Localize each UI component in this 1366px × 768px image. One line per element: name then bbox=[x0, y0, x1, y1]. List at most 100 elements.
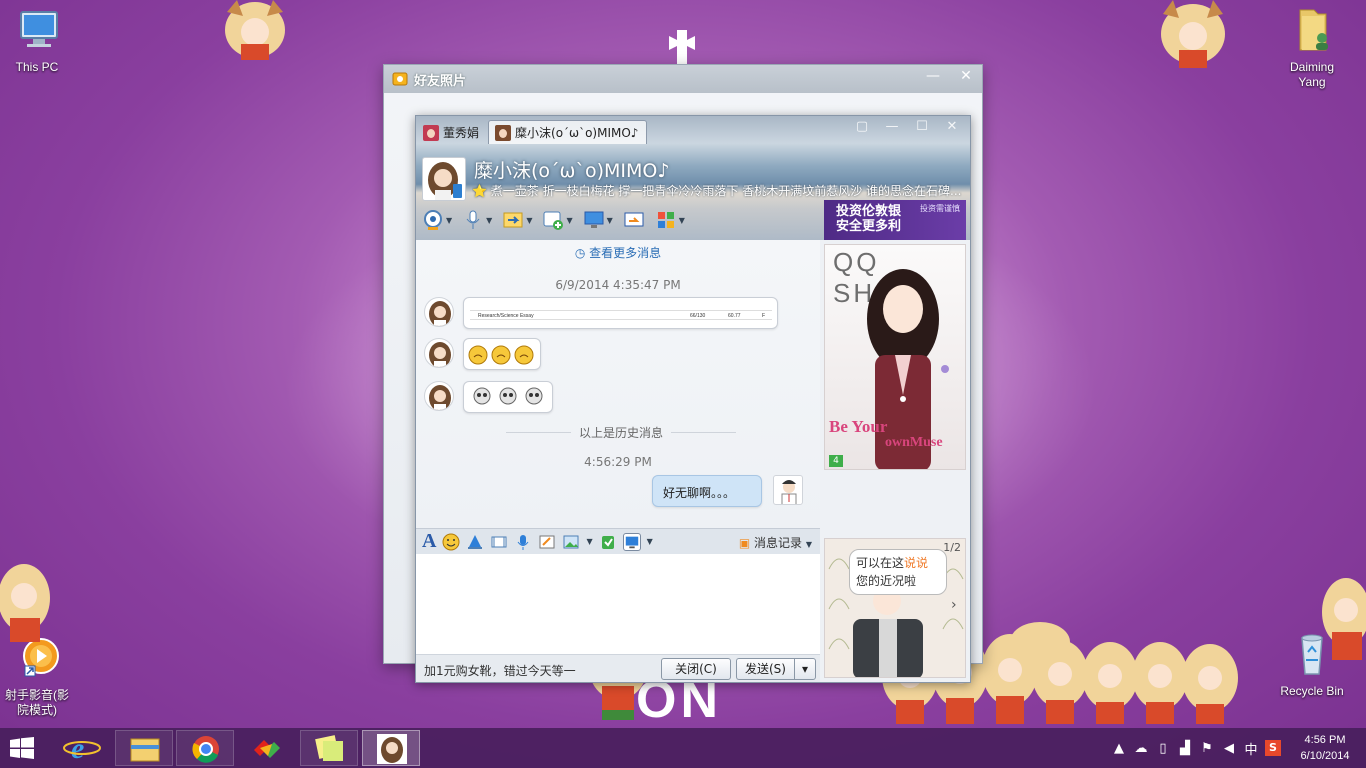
emoji-button-icon[interactable] bbox=[442, 533, 460, 551]
computer-icon bbox=[20, 11, 58, 47]
svg-text:e: e bbox=[71, 732, 84, 765]
voice-call-button[interactable]: ▼ bbox=[462, 210, 492, 230]
close-button[interactable]: ✕ bbox=[954, 67, 978, 87]
close-chat-button[interactable]: 关闭(C) bbox=[661, 658, 731, 680]
avatar[interactable] bbox=[424, 381, 454, 411]
chibi-girl-decoration bbox=[1161, 0, 1225, 68]
attachment-table[interactable]: Research/Science Essay 66/130 60.77 F bbox=[470, 310, 772, 320]
taskbar-file-explorer[interactable] bbox=[115, 730, 173, 766]
chat-window[interactable]: 董秀娟 糜小沫(o´ω`o)MIMO♪ ▢ — ☐ ✕ 糜小沫(o´ω`o)MI… bbox=[415, 115, 971, 683]
windows-start-icon[interactable] bbox=[10, 737, 34, 759]
desktop-icon-player[interactable]: 射手影音(影 院模式) bbox=[0, 636, 78, 718]
show-hidden-icons-chevron-up-icon[interactable]: ▲ bbox=[1108, 741, 1130, 756]
remote-assist-button[interactable]: ▼ bbox=[583, 210, 613, 230]
ad-disclaimer: 投资需谨慎 bbox=[920, 204, 960, 213]
maximize-button[interactable]: ☐ bbox=[908, 118, 936, 136]
onedrive-cloud-icon[interactable]: ☁ bbox=[1130, 741, 1152, 756]
photo-album-icon bbox=[392, 72, 408, 86]
qq-show-panel-2[interactable]: 1/2 可以在这说说 您的近况啦 › bbox=[824, 538, 966, 678]
qq-show-badge: 4 bbox=[829, 455, 843, 467]
banner-ad-top[interactable]: 投资需谨慎 投资伦敦银 安全更多利 bbox=[824, 200, 966, 240]
taskbar-internet-explorer[interactable]: e bbox=[53, 730, 111, 766]
chat-toolbar: ▼ ▼ ▼ ▼ ▼ ▼ bbox=[422, 210, 685, 230]
avatar bbox=[423, 124, 439, 141]
desktop-icon-this-pc[interactable]: This PC bbox=[0, 8, 77, 75]
sogou-ime-icon[interactable]: S bbox=[1262, 740, 1284, 756]
wallpaper-cross-icon bbox=[669, 30, 695, 64]
minimize-button[interactable]: — bbox=[878, 118, 906, 136]
chevron-down-icon[interactable]: ▼ bbox=[586, 537, 592, 546]
taskbar-app[interactable] bbox=[238, 730, 296, 766]
taskbar-qq-chat[interactable] bbox=[362, 730, 420, 766]
voice-message-icon[interactable] bbox=[514, 533, 532, 551]
doodle-icon[interactable] bbox=[538, 533, 556, 551]
apps-button[interactable]: ▼ bbox=[655, 210, 685, 230]
close-button[interactable]: ✕ bbox=[938, 118, 966, 136]
window-titlebar[interactable]: 好友照片 bbox=[384, 65, 982, 93]
tab-contact-1[interactable]: 董秀娟 bbox=[416, 120, 488, 144]
message-bubble[interactable] bbox=[463, 338, 541, 370]
create-discussion-button[interactable]: ▼ bbox=[542, 210, 573, 230]
shake-window-icon[interactable] bbox=[466, 533, 484, 551]
video-call-button[interactable]: ▼ bbox=[422, 210, 452, 230]
minimize-button[interactable]: — bbox=[921, 67, 945, 87]
share-screen-button[interactable] bbox=[623, 210, 645, 230]
contact-name[interactable]: 糜小沫(o´ω`o)MIMO♪ bbox=[474, 156, 669, 183]
message-history-button[interactable]: ▣ 消息记录 ▼ bbox=[739, 534, 812, 551]
chat-tabs: 董秀娟 糜小沫(o´ω`o)MIMO♪ bbox=[416, 120, 648, 144]
battery-icon[interactable]: ▯ bbox=[1152, 741, 1174, 756]
desktop-icon-user-folder[interactable]: Daiming Yang bbox=[1272, 8, 1352, 90]
tab-label: 糜小沫(o´ω`o)MIMO♪ bbox=[515, 126, 639, 140]
avatar[interactable] bbox=[424, 297, 454, 327]
speech-bubble[interactable]: 可以在这说说 您的近况啦 bbox=[849, 549, 947, 595]
tab-label: 董秀娟 bbox=[443, 126, 480, 140]
flag-icon[interactable]: ⚑ bbox=[1196, 741, 1218, 756]
message-bubble[interactable] bbox=[463, 381, 553, 413]
system-clock[interactable]: 4:56 PM 6/10/2014 bbox=[1284, 732, 1366, 764]
contact-signature: ⭐ 煮一壶茶 折一枝白梅花 撑一把青伞冷冷雨落下 香桃木开满坟前惹风沙 谁的思念… bbox=[472, 184, 962, 198]
promo-link[interactable]: 加1元购女靴，错过今天等一 bbox=[424, 662, 576, 679]
font-button[interactable]: A bbox=[422, 530, 436, 553]
my-message-bubble[interactable]: 好无聊啊。。。 bbox=[652, 475, 762, 507]
taskbar: e ▲ ☁ ▯ ▟ ⚑ ◀ 中 S 4:56 PM 6/10/2014 bbox=[0, 728, 1366, 768]
desktop-icon-label: 院模式) bbox=[17, 703, 57, 717]
signal-icon[interactable]: ▟ bbox=[1174, 741, 1196, 756]
sticky-notes-icon bbox=[315, 735, 343, 761]
history-icon: ▣ bbox=[738, 536, 751, 550]
qq-show-panel[interactable]: QQ SHOW Be Your ownMuse 4 bbox=[824, 244, 966, 470]
history-separator: 以上是历史消息 bbox=[506, 424, 737, 441]
add-group-icon bbox=[543, 211, 564, 230]
chevron-down-icon: ▼ bbox=[805, 540, 812, 549]
clock-icon: ◷ bbox=[574, 246, 586, 260]
history-label: 消息记录 bbox=[754, 536, 803, 550]
message-bubble[interactable]: Research/Science Essay 66/130 60.77 F bbox=[463, 297, 778, 329]
view-more-messages-link[interactable]: ◷ 查看更多消息 bbox=[416, 244, 820, 261]
contact-avatar[interactable] bbox=[422, 157, 466, 201]
restore-button[interactable]: ▢ bbox=[848, 118, 876, 136]
send-options-chevron-down-icon[interactable]: ▾ bbox=[794, 658, 816, 680]
user-folder-icon bbox=[1299, 9, 1328, 51]
speech-text: 可以在这 bbox=[856, 556, 905, 570]
my-avatar[interactable] bbox=[773, 475, 803, 505]
send-file-button[interactable]: ▼ bbox=[502, 210, 532, 230]
chevron-down-icon[interactable]: ▼ bbox=[647, 537, 653, 546]
ad-line: 安全更多利 bbox=[836, 219, 902, 234]
speech-text: 您的近况啦 bbox=[856, 574, 917, 588]
screenshot-icon[interactable] bbox=[622, 532, 641, 551]
image-icon[interactable] bbox=[562, 533, 580, 551]
chevron-right-icon[interactable]: › bbox=[951, 597, 963, 617]
volume-icon[interactable]: ◀ bbox=[1218, 741, 1240, 756]
emoji-sweat-icon bbox=[468, 345, 534, 365]
video-clip-icon[interactable] bbox=[490, 533, 508, 551]
gift-icon[interactable] bbox=[599, 533, 617, 551]
attachment-cell: 60.77 bbox=[728, 313, 741, 319]
tab-contact-2[interactable]: 糜小沫(o´ω`o)MIMO♪ bbox=[488, 120, 648, 144]
taskbar-sticky-notes[interactable] bbox=[300, 730, 358, 766]
system-tray: ▲ ☁ ▯ ▟ ⚑ ◀ 中 S 4:56 PM 6/10/2014 bbox=[1108, 728, 1366, 768]
history-separator-label: 以上是历史消息 bbox=[579, 426, 664, 440]
input-method-indicator[interactable]: 中 bbox=[1240, 739, 1262, 758]
taskbar-chrome[interactable] bbox=[176, 730, 234, 766]
message-input[interactable] bbox=[416, 554, 820, 654]
avatar[interactable] bbox=[424, 338, 454, 368]
send-button[interactable]: 发送(S) bbox=[736, 658, 794, 680]
